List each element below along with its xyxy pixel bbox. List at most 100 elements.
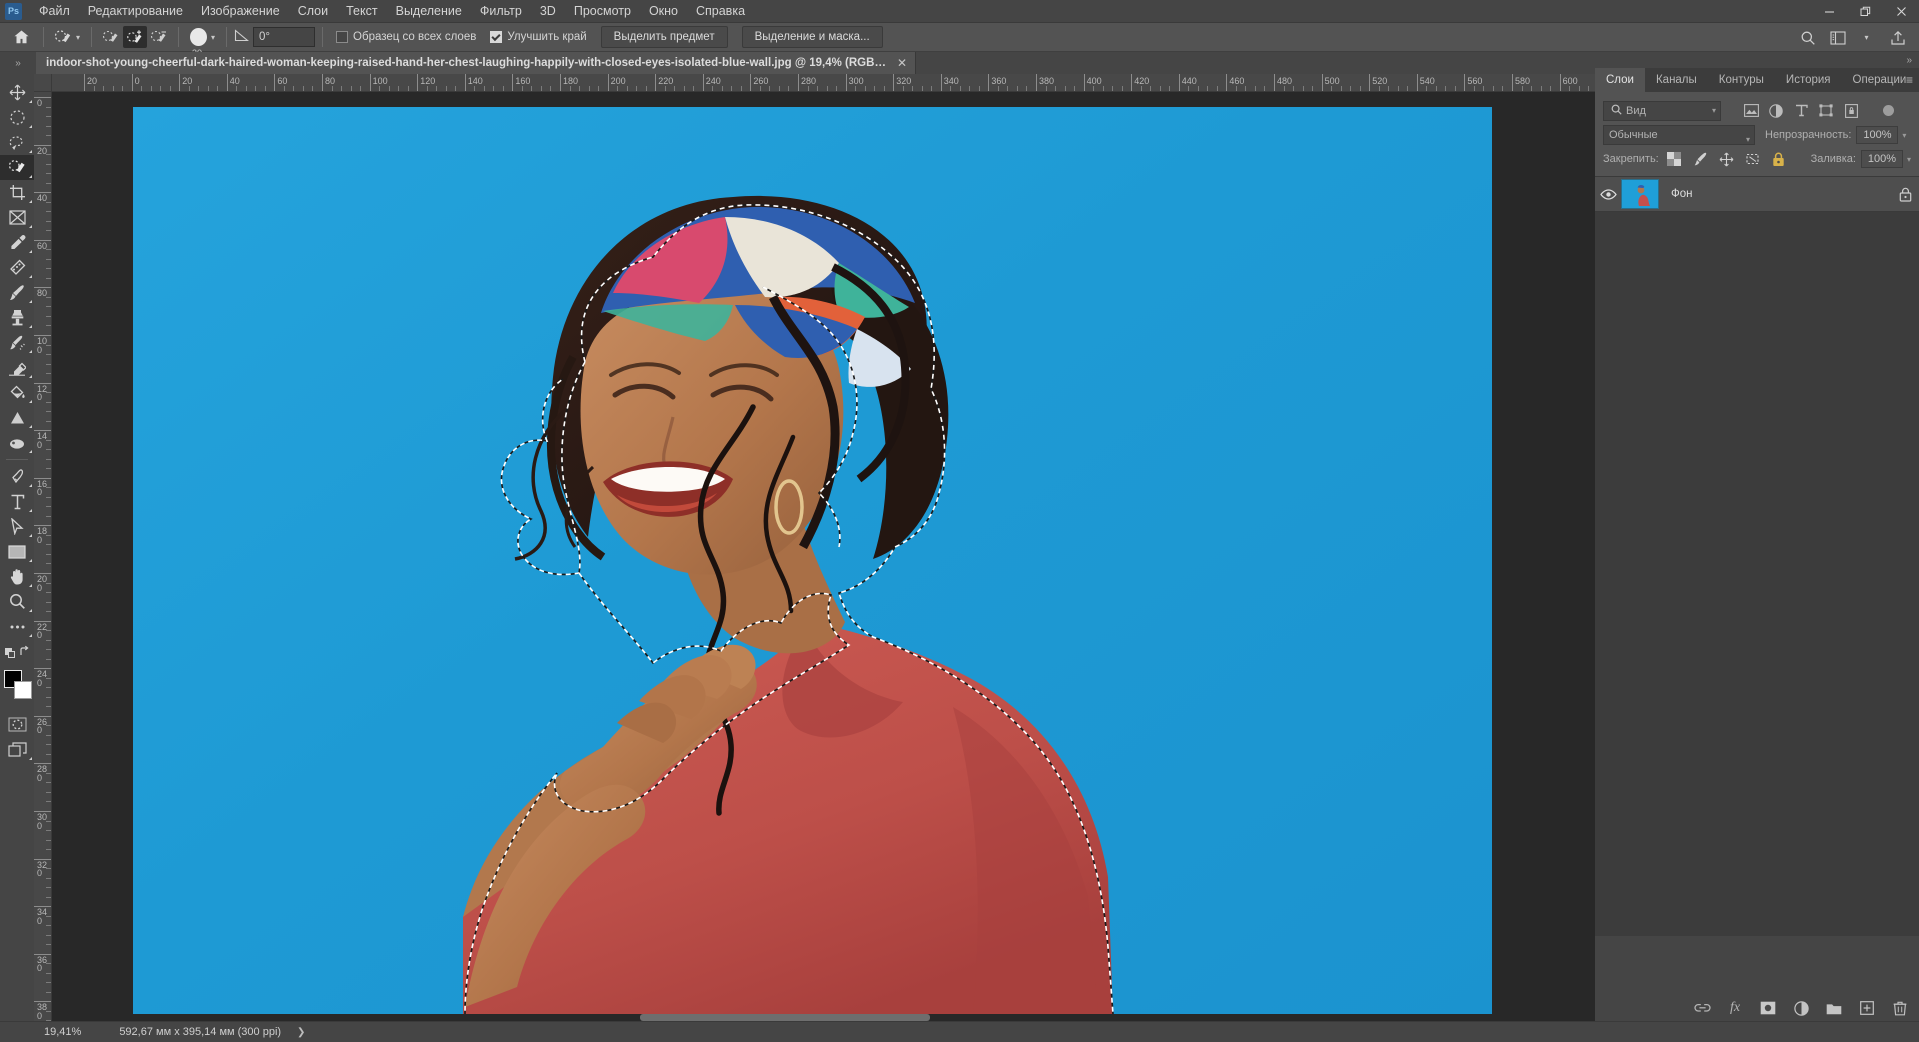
opacity-value[interactable]: 100% bbox=[1856, 126, 1899, 144]
menu-selection[interactable]: Выделение bbox=[387, 1, 471, 21]
share-icon[interactable] bbox=[1883, 26, 1913, 50]
smart-object-filter-icon[interactable] bbox=[1843, 103, 1859, 119]
lock-image-icon[interactable] bbox=[1693, 152, 1708, 167]
menu-image[interactable]: Изображение bbox=[192, 1, 289, 21]
layers-list[interactable]: Фон bbox=[1595, 176, 1919, 936]
vertical-ruler[interactable]: 0 20 40 60 80 100 120 140 160 180 200 220 240 260 280 3… bbox=[34, 92, 52, 1021]
delete-layer-icon[interactable] bbox=[1891, 999, 1909, 1017]
horizontal-ruler[interactable]: 20 0 20 40 60 80 100 120 140 160 180 200 220 240 260 28… bbox=[52, 74, 1595, 92]
add-mask-icon[interactable] bbox=[1759, 999, 1777, 1017]
clone-stamp-tool[interactable] bbox=[0, 305, 34, 330]
tab-expander-icon[interactable]: » bbox=[0, 52, 36, 74]
status-expand-icon[interactable]: ❯ bbox=[297, 1027, 305, 1038]
layer-lock-icon[interactable] bbox=[1891, 187, 1919, 202]
crop-tool[interactable] bbox=[0, 180, 34, 205]
zoom-level[interactable]: 19,41% bbox=[44, 1026, 81, 1038]
path-selection-tool[interactable] bbox=[0, 514, 34, 539]
layer-filter-select[interactable]: Вид ▾ bbox=[1603, 100, 1721, 121]
spot-healing-brush-tool[interactable] bbox=[0, 255, 34, 280]
search-icon[interactable] bbox=[1793, 26, 1823, 50]
panel-menu-icon[interactable]: ≡ bbox=[1906, 68, 1913, 92]
lasso-tool[interactable] bbox=[0, 130, 34, 155]
document-tab[interactable]: indoor-shot-young-cheerful-dark-haired-w… bbox=[36, 52, 916, 74]
tab-channels[interactable]: Каналы bbox=[1645, 68, 1708, 92]
history-brush-tool[interactable] bbox=[0, 330, 34, 355]
menu-edit[interactable]: Редактирование bbox=[79, 1, 192, 21]
workspace-chevron-down-icon[interactable]: ▾ bbox=[1853, 26, 1883, 50]
canvas-area[interactable] bbox=[52, 92, 1595, 1021]
menu-filter[interactable]: Фильтр bbox=[471, 1, 531, 21]
horizontal-scrollbar[interactable] bbox=[640, 1014, 930, 1021]
lock-position-icon[interactable] bbox=[1719, 152, 1734, 167]
chevron-down-icon[interactable]: ▾ bbox=[1712, 106, 1716, 115]
tab-paths[interactable]: Контуры bbox=[1708, 68, 1775, 92]
sample-all-layers-checkbox[interactable]: Образец со всех слоев bbox=[336, 31, 476, 43]
restore-button[interactable] bbox=[1847, 0, 1883, 23]
add-to-selection-icon[interactable] bbox=[123, 26, 148, 48]
filter-toggle-switch[interactable] bbox=[1883, 105, 1894, 116]
angle-input[interactable]: 0° bbox=[253, 27, 316, 47]
brush-tool[interactable] bbox=[0, 280, 34, 305]
rectangle-tool[interactable] bbox=[0, 539, 34, 564]
tab-layers[interactable]: Слои bbox=[1595, 68, 1645, 92]
frame-tool[interactable] bbox=[0, 205, 34, 230]
new-selection-icon[interactable] bbox=[99, 26, 123, 48]
select-and-mask-button[interactable]: Выделение и маска... bbox=[741, 26, 883, 48]
layer-visibility-eye-icon[interactable] bbox=[1595, 188, 1621, 200]
brush-preview[interactable]: 30 bbox=[186, 25, 210, 58]
blur-tool[interactable] bbox=[0, 430, 34, 455]
menu-view[interactable]: Просмотр bbox=[565, 1, 640, 21]
chevron-down-icon[interactable]: ▾ bbox=[76, 33, 80, 42]
refine-edge-box[interactable] bbox=[490, 31, 503, 43]
edit-toolbar-more-icon[interactable] bbox=[0, 614, 34, 639]
subtract-from-selection-icon[interactable] bbox=[147, 26, 171, 48]
image-filter-icon[interactable] bbox=[1743, 103, 1759, 119]
new-group-icon[interactable] bbox=[1825, 999, 1843, 1017]
lock-all-icon[interactable] bbox=[1771, 152, 1786, 167]
refine-edge-checkbox[interactable]: Улучшить край bbox=[490, 31, 587, 43]
menu-3d[interactable]: 3D bbox=[531, 1, 565, 21]
gradient-tool[interactable] bbox=[0, 405, 34, 430]
menu-layers[interactable]: Слои bbox=[289, 1, 337, 21]
chevron-down-icon[interactable]: ▾ bbox=[1746, 131, 1750, 149]
eyedropper-tool[interactable] bbox=[0, 230, 34, 255]
layer-thumbnail[interactable] bbox=[1621, 179, 1659, 209]
background-color-swatch[interactable] bbox=[14, 681, 32, 699]
layer-style-fx-icon[interactable]: fx bbox=[1726, 999, 1744, 1017]
minimize-button[interactable] bbox=[1811, 0, 1847, 23]
lock-artboard-icon[interactable] bbox=[1745, 152, 1760, 167]
ruler-corner[interactable] bbox=[34, 74, 52, 92]
quick-selection-tool[interactable] bbox=[0, 155, 34, 180]
opacity-chevron-down-icon[interactable]: ▾ bbox=[1902, 131, 1906, 140]
move-tool[interactable] bbox=[0, 80, 34, 105]
home-icon[interactable] bbox=[6, 25, 36, 49]
fill-value[interactable]: 100% bbox=[1860, 150, 1903, 168]
blend-mode-select[interactable]: Обычные ▾ bbox=[1603, 125, 1755, 145]
lock-transparency-icon[interactable] bbox=[1667, 152, 1682, 167]
workspace-icon[interactable] bbox=[1823, 26, 1853, 50]
default-colors-and-swap-icons[interactable] bbox=[0, 639, 34, 664]
screen-mode-icon[interactable] bbox=[0, 737, 34, 762]
paint-bucket-tool[interactable] bbox=[0, 380, 34, 405]
menu-text[interactable]: Текст bbox=[337, 1, 386, 21]
fill-chevron-down-icon[interactable]: ▾ bbox=[1907, 155, 1911, 164]
zoom-tool[interactable] bbox=[0, 589, 34, 614]
color-swatches[interactable] bbox=[0, 668, 34, 708]
brush-chevron-down-icon[interactable]: ▾ bbox=[211, 33, 215, 42]
menu-help[interactable]: Справка bbox=[687, 1, 754, 21]
panel-collapse-icon[interactable]: » bbox=[1595, 52, 1919, 68]
hand-tool[interactable] bbox=[0, 564, 34, 589]
elliptical-marquee-tool[interactable] bbox=[0, 105, 34, 130]
link-layers-icon[interactable] bbox=[1693, 999, 1711, 1017]
quick-mask-mode-icon[interactable] bbox=[0, 712, 34, 737]
menu-file[interactable]: Файл bbox=[30, 1, 79, 21]
tab-history[interactable]: История bbox=[1775, 68, 1842, 92]
menu-window[interactable]: Окно bbox=[640, 1, 687, 21]
tool-preset-picker[interactable]: ▾ bbox=[51, 26, 84, 48]
new-layer-icon[interactable] bbox=[1858, 999, 1876, 1017]
quick-selection-preset-icon[interactable] bbox=[51, 26, 75, 48]
document-image[interactable] bbox=[133, 107, 1492, 1014]
table-row[interactable]: Фон bbox=[1595, 176, 1919, 212]
eraser-tool[interactable] bbox=[0, 355, 34, 380]
close-button[interactable] bbox=[1883, 0, 1919, 23]
